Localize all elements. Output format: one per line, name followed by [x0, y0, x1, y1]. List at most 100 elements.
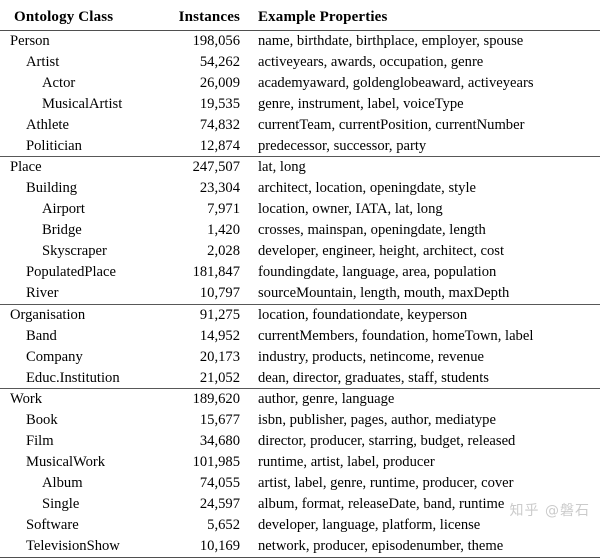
cell-instances: 12,874 — [199, 137, 240, 154]
cell-ontology-class: Educ.Institution — [26, 369, 120, 386]
table-row: Place 247,507 lat, long — [0, 157, 600, 178]
cell-example-properties: runtime, artist, label, producer — [258, 454, 435, 471]
cell-ontology-class: Building — [26, 180, 78, 197]
cell-ontology-class: Company — [26, 348, 83, 365]
cell-instances: 91,275 — [199, 306, 240, 323]
cell-example-properties: location, owner, IATA, lat, long — [258, 201, 443, 218]
cell-example-properties: developer, language, platform, license — [258, 516, 481, 533]
cell-example-properties: academyaward, goldenglobeaward, activeye… — [258, 74, 534, 91]
cell-instances: 74,832 — [199, 116, 240, 133]
cell-example-properties: network, producer, episodenumber, theme — [258, 537, 504, 554]
table-row: Band 14,952 currentMembers, foundation, ho… — [0, 326, 600, 347]
cell-instances: 247,507 — [192, 159, 240, 176]
cell-ontology-class: MusicalArtist — [42, 95, 123, 112]
cell-instances: 101,985 — [192, 454, 240, 471]
table-row: Software 5,652 developer, language, platfo… — [0, 515, 600, 536]
table-row: TelevisionShow 10,169 network, producer, e… — [0, 536, 600, 557]
cell-instances: 198,056 — [192, 33, 240, 49]
cell-example-properties: foundingdate, language, area, population — [258, 263, 497, 280]
cell-instances: 20,173 — [199, 348, 240, 365]
table-body: Person 198,056 name, birthdate, birthplace… — [0, 30, 600, 558]
cell-ontology-class: Work — [10, 391, 43, 408]
cell-ontology-class: Software — [26, 516, 79, 533]
table-row: PopulatedPlace 181,847 foundingdate, langu… — [0, 262, 600, 283]
cell-example-properties: architect, location, openingdate, style — [258, 180, 477, 197]
cell-instances: 23,304 — [199, 180, 240, 197]
column-header-example-properties: Example Properties — [258, 9, 388, 25]
cell-instances: 5,652 — [207, 516, 240, 533]
cell-ontology-class: MusicalWork — [26, 454, 106, 471]
table-row: Film 34,680 director, producer, starring, … — [0, 431, 600, 452]
cell-instances: 24,597 — [199, 495, 240, 512]
table-row: Building 23,304 architect, location, openi… — [0, 178, 600, 199]
cell-example-properties: sourceMountain, length, mouth, maxDepth — [258, 284, 510, 301]
cell-instances: 15,677 — [199, 412, 240, 429]
cell-example-properties: currentMembers, foundation, homeTown, la… — [258, 327, 534, 344]
cell-ontology-class: Film — [26, 433, 54, 450]
cell-instances: 2,028 — [207, 243, 240, 260]
cell-ontology-class: PopulatedPlace — [26, 263, 116, 280]
cell-example-properties: location, foundationdate, keyperson — [258, 306, 468, 323]
ontology-class-table: Ontology Class Instances Example Propert… — [0, 8, 600, 558]
table-row: Actor 26,009 academyaward, goldenglobeawar… — [0, 73, 600, 94]
cell-ontology-class: Band — [26, 327, 57, 344]
table-row: Educ.Institution 21,052 dean, director, gr… — [0, 368, 600, 389]
cell-instances: 34,680 — [199, 433, 240, 450]
cell-example-properties: currentTeam, currentPosition, currentNum… — [258, 116, 525, 133]
table-row: Airport 7,971 location, owner, IATA, lat, … — [0, 199, 600, 220]
cell-ontology-class: Place — [10, 159, 42, 176]
header-row: Ontology Class Instances Example Propert… — [0, 8, 600, 30]
table-container: Ontology Class Instances Example Propert… — [0, 0, 600, 558]
table-row: Politician 12,874 predecessor, successor, … — [0, 136, 600, 157]
cell-instances: 14,952 — [199, 327, 240, 344]
cell-example-properties: genre, instrument, label, voiceType — [258, 95, 464, 112]
cell-instances: 26,009 — [199, 74, 240, 91]
cell-instances: 7,971 — [207, 201, 240, 218]
cell-ontology-class: Artist — [26, 53, 60, 70]
cell-example-properties: isbn, publisher, pages, author, mediatyp… — [258, 412, 496, 429]
cell-example-properties: director, producer, starring, budget, re… — [258, 433, 516, 450]
cell-ontology-class: Bridge — [42, 222, 82, 239]
cell-example-properties: predecessor, successor, party — [258, 137, 427, 154]
table-row: Work 189,620 author, genre, language — [0, 389, 600, 410]
cell-ontology-class: Athlete — [26, 116, 69, 133]
table-header: Ontology Class Instances Example Propert… — [0, 8, 600, 30]
top-spacer — [0, 0, 600, 8]
cell-instances: 1,420 — [207, 222, 240, 239]
table-row: Album 74,055 artist, label, genre, runtime… — [0, 473, 600, 494]
cell-ontology-class: Person — [10, 33, 50, 49]
cell-instances: 19,535 — [199, 95, 240, 112]
cell-instances: 181,847 — [192, 263, 240, 280]
table-row: Single 24,597 album, format, releaseDate, … — [0, 494, 600, 515]
table-row: River 10,797 sourceMountain, length, mouth… — [0, 283, 600, 304]
cell-ontology-class: Politician — [26, 137, 82, 154]
cell-example-properties: industry, products, netincome, revenue — [258, 348, 485, 365]
cell-example-properties: dean, director, graduates, staff, studen… — [258, 369, 489, 386]
table-row: Organisation 91,275 location, foundationda… — [0, 305, 600, 326]
cell-example-properties: artist, label, genre, runtime, producer,… — [258, 475, 514, 492]
table-row: MusicalArtist 19,535 genre, instrument, la… — [0, 94, 600, 115]
cell-ontology-class: Airport — [42, 201, 85, 218]
cell-example-properties: crosses, mainspan, openingdate, length — [258, 222, 486, 239]
cell-instances: 54,262 — [199, 53, 240, 70]
cell-ontology-class: Actor — [42, 74, 76, 91]
cell-ontology-class: Book — [26, 412, 58, 429]
cell-instances: 189,620 — [192, 391, 240, 408]
cell-instances: 21,052 — [199, 369, 240, 386]
cell-ontology-class: Single — [42, 495, 80, 512]
cell-instances: 74,055 — [199, 475, 240, 492]
cell-example-properties: activeyears, awards, occupation, genre — [258, 53, 484, 70]
table-row: Company 20,173 industry, products, netinco… — [0, 347, 600, 368]
cell-instances: 10,169 — [199, 537, 240, 554]
cell-ontology-class: Organisation — [10, 306, 86, 323]
cell-ontology-class: Skyscraper — [42, 243, 107, 260]
column-header-ontology-class: Ontology Class — [14, 9, 114, 25]
cell-example-properties: developer, engineer, height, architect, … — [258, 243, 505, 260]
cell-ontology-class: TelevisionShow — [26, 537, 120, 554]
cell-example-properties: author, genre, language — [258, 391, 395, 408]
table-row: Skyscraper 2,028 developer, engineer, heig… — [0, 241, 600, 262]
cell-ontology-class: River — [26, 284, 59, 301]
column-header-instances: Instances — [178, 9, 240, 25]
cell-instances: 10,797 — [199, 284, 240, 301]
table-row: Athlete 74,832 currentTeam, currentPositio… — [0, 115, 600, 136]
